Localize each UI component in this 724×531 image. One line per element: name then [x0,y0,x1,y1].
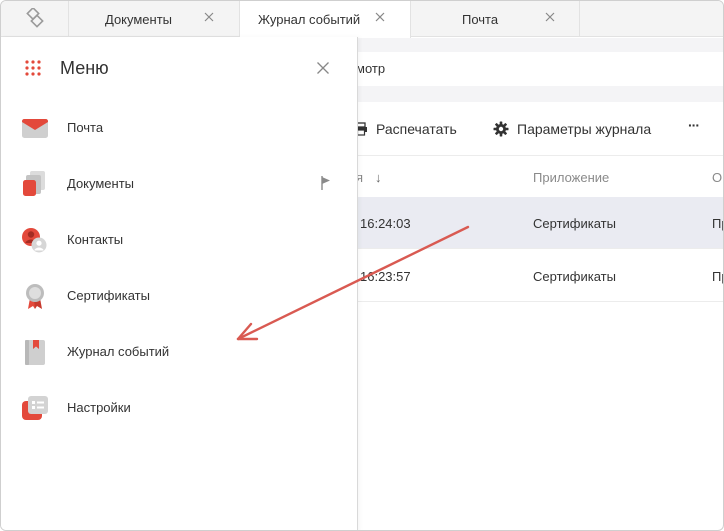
cell-application: Сертификаты [533,269,616,284]
app-window: Документы Журнал событий Почта мотр Расп… [0,0,724,531]
journal-settings-button[interactable]: Параметры журнала [493,121,651,137]
menu-item-label: Настройки [67,400,131,415]
cell-time: 16:23:57 [360,269,411,284]
close-tab-icon[interactable] [203,11,215,23]
documents-icon [23,171,45,196]
sort-down-icon[interactable]: ↓ [375,170,382,185]
cell-operation: Пр [712,216,723,231]
close-tab-icon[interactable] [544,11,556,23]
menu-item-mail[interactable]: Почта [1,100,358,156]
gear-icon [493,121,509,137]
menu-header: Меню [1,37,358,99]
menu-item-label: Журнал событий [67,344,170,359]
menu-item-label: Контакты [67,232,124,247]
mail-icon [22,119,48,138]
pin-flag-icon[interactable] [321,176,331,190]
tab-label: Журнал событий [258,12,361,27]
cell-time: 16:24:03 [360,216,411,231]
contacts-icon [22,228,47,253]
apps-grid-icon[interactable] [24,59,42,77]
settings-icon [22,396,48,420]
print-button[interactable]: Распечатать [354,121,457,137]
menu-item-documents[interactable]: Документы [1,156,358,212]
menu-item-event-journal[interactable]: Журнал событий [1,324,358,380]
menu-item-certificates[interactable]: Сертификаты [1,268,358,324]
menu-item-contacts[interactable]: Контакты [1,212,358,268]
tab-mail[interactable]: Почта [411,1,580,37]
tab-label: Документы [105,12,173,27]
side-menu: Меню Почта Документы Контакты Сертификат… [1,37,358,530]
close-tab-icon[interactable] [374,11,386,23]
menu-item-label: Документы [67,176,135,191]
certificate-icon [26,284,44,309]
menu-title: Меню [60,58,109,78]
cell-operation: Пр [712,269,723,284]
tab-label: Почта [462,12,499,27]
journal-settings-label: Параметры журнала [517,121,652,137]
more-options-button[interactable]: ··· [688,117,700,133]
event-journal-icon [25,340,45,365]
close-menu-icon[interactable] [316,61,330,75]
print-label: Распечатать [376,121,457,137]
menu-item-settings[interactable]: Настройки [1,380,358,436]
app-logo-icon[interactable] [1,1,69,37]
address-text: мотр [356,61,386,76]
cell-application: Сертификаты [533,216,616,231]
more-icon: ··· [688,117,700,133]
column-header-application[interactable]: Приложение [533,170,609,185]
tab-bar: Документы Журнал событий Почта [1,1,723,38]
tab-event-journal[interactable]: Журнал событий [240,1,411,38]
menu-item-label: Почта [67,120,104,135]
tab-documents[interactable]: Документы [69,1,240,37]
menu-item-label: Сертификаты [67,288,150,303]
column-header-operation[interactable]: О [712,170,722,185]
